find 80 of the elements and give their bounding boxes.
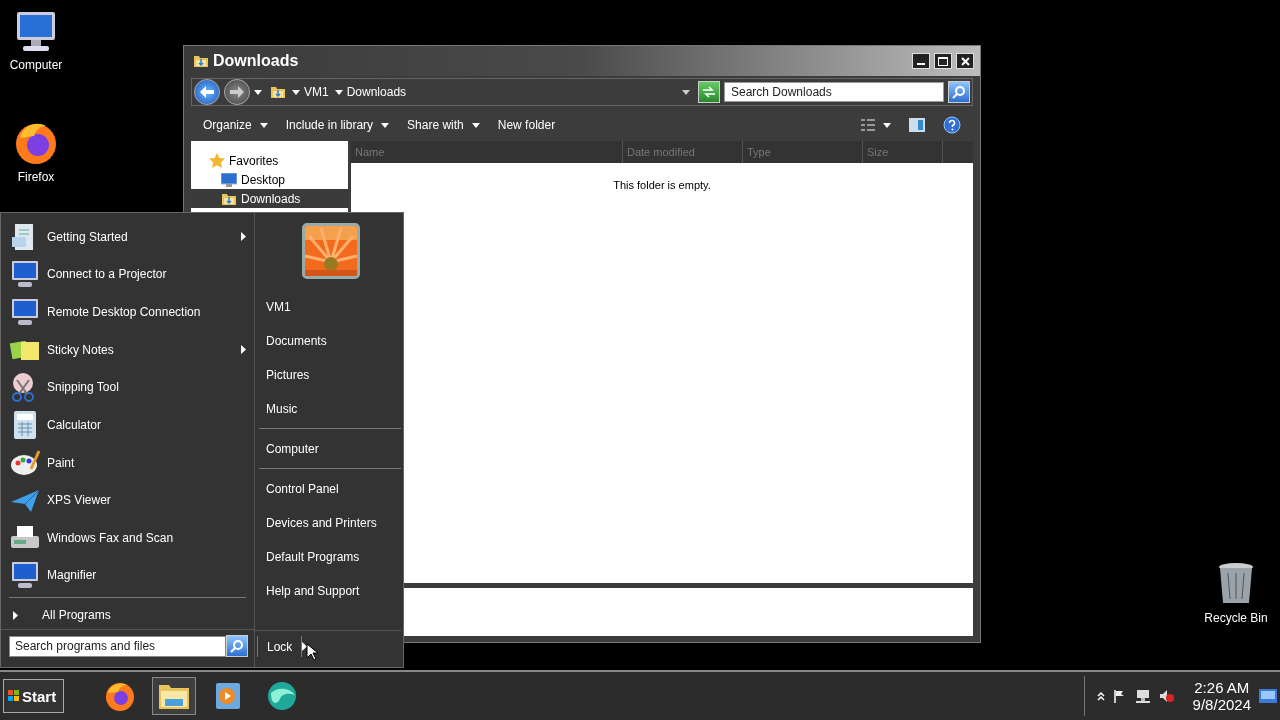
program-item[interactable]: Paint	[9, 443, 246, 482]
menu-link[interactable]: Default Programs	[259, 540, 401, 574]
search-field[interactable]: Search programs and files	[9, 635, 226, 657]
nav-item[interactable]: Desktop	[191, 170, 348, 189]
program-item[interactable]: Snipping Tool	[9, 368, 246, 407]
search-field[interactable]: Search Downloads	[724, 82, 944, 102]
menu-link[interactable]: Devices and Printers	[259, 506, 401, 540]
search-icon	[230, 639, 244, 653]
view-button[interactable]	[861, 119, 891, 131]
maximize-button[interactable]	[934, 53, 952, 69]
maximize-icon	[938, 56, 948, 66]
arrow-icon	[241, 345, 246, 355]
toolbar-button[interactable]: New folder	[497, 118, 556, 132]
address-bar[interactable]: VM1 Downloads	[266, 81, 694, 103]
program-item[interactable]: Sticky Notes	[9, 330, 246, 369]
caret-icon	[259, 122, 268, 128]
icon-label[interactable]: Computer	[9, 58, 63, 72]
program-item[interactable]: Getting Started	[9, 218, 246, 256]
chevron-up-icon[interactable]	[1096, 691, 1105, 701]
all-programs-item[interactable]: All Programs	[9, 601, 246, 629]
windows-logo-icon	[8, 690, 20, 702]
refresh-icon	[702, 86, 716, 98]
folder-icon	[270, 84, 286, 100]
toolbar-button[interactable]: Share with	[407, 118, 480, 132]
nav-item[interactable]: Favorites	[191, 151, 348, 170]
toolbar-button[interactable]: Organize	[203, 118, 268, 132]
caret-icon	[471, 122, 480, 128]
program-item[interactable]: Windows Fax and Scan	[9, 519, 246, 557]
empty-message: This folder is empty.	[612, 179, 712, 191]
help-button[interactable]	[943, 116, 961, 134]
menu-link[interactable]: Computer	[259, 432, 401, 466]
search-button[interactable]	[948, 81, 970, 103]
nav-item[interactable]: Downloads	[191, 189, 348, 208]
back-button[interactable]	[194, 79, 220, 105]
star-icon	[209, 152, 225, 169]
caret-icon	[682, 89, 690, 95]
menu-link[interactable]: Control Panel	[259, 472, 401, 506]
window-title: Downloads	[213, 52, 300, 70]
caret-icon	[254, 89, 262, 95]
cursor-icon	[306, 643, 318, 661]
icon-label[interactable]: Firefox	[17, 170, 55, 184]
start-button[interactable]: Start	[3, 679, 64, 713]
program-item[interactable]: XPS Viewer	[9, 481, 246, 519]
icon-label[interactable]: Recycle Bin	[1204, 611, 1268, 625]
toolbar-button[interactable]: Include in library	[285, 118, 390, 132]
network-icon[interactable]	[1134, 689, 1151, 703]
caret-icon	[334, 89, 343, 95]
muted-speaker-icon[interactable]	[1158, 689, 1175, 703]
forward-arrow-icon	[230, 86, 244, 98]
program-item[interactable]: Remote Desktop Connection	[9, 293, 246, 331]
clock[interactable]: 2:26 AM 9/8/2024	[1192, 679, 1251, 713]
breadcrumb-item[interactable]: Downloads	[334, 85, 407, 99]
close-icon	[960, 56, 970, 66]
search-button[interactable]	[226, 635, 248, 657]
program-item[interactable]: Magnifier	[9, 556, 246, 595]
menu-link[interactable]: VM1	[259, 290, 401, 324]
caret-icon	[883, 122, 891, 128]
arrow-icon	[302, 642, 308, 651]
back-arrow-icon	[200, 86, 214, 98]
arrow-icon	[241, 232, 246, 242]
minimize-button[interactable]	[912, 53, 930, 69]
preview-pane-button[interactable]	[909, 118, 925, 132]
caret-icon	[381, 122, 390, 128]
search-icon	[952, 85, 966, 99]
breadcrumb-item[interactable]: VM1	[292, 85, 329, 99]
menu-link[interactable]: Pictures	[259, 358, 401, 392]
caret-icon	[292, 89, 300, 95]
close-button[interactable]	[956, 53, 974, 69]
globe-icon	[265, 679, 299, 713]
arrow-icon	[13, 610, 18, 620]
desktop-icon	[221, 172, 237, 187]
taskbar-button[interactable]	[152, 677, 196, 715]
program-item[interactable]: Connect to a Projector	[9, 255, 246, 294]
forward-button[interactable]	[224, 79, 250, 105]
folder-icon	[193, 53, 209, 69]
menu-link[interactable]: Documents	[259, 324, 401, 358]
program-item[interactable]: Calculator	[9, 406, 246, 444]
refresh-button[interactable]	[698, 81, 720, 103]
menu-link[interactable]: Music	[259, 392, 401, 426]
menu-link[interactable]: Help and Support	[259, 574, 401, 608]
